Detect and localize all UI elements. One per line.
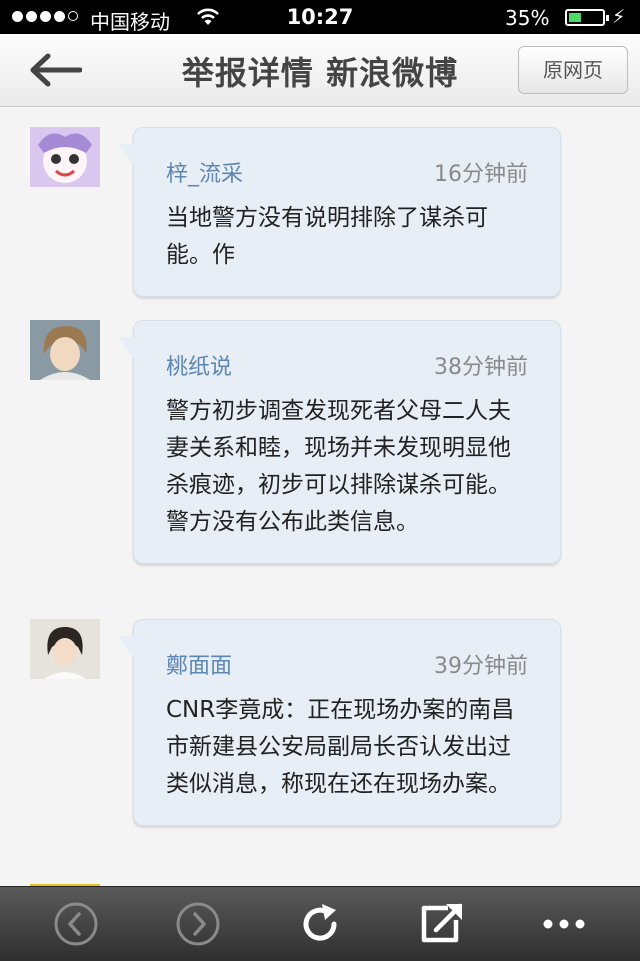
comment-bubble: 鄭面面 39分钟前 CNR李竟成：正在现场办案的南昌市新建县公安局副局长否认发出… xyxy=(118,619,561,826)
comment-bubble: 桃纸说 38分钟前 警方初步调查发现死者父母二人夫妻关系和睦，现场并未发现明显他… xyxy=(118,320,561,564)
comment-time: 39分钟前 xyxy=(434,654,528,679)
more-icon[interactable] xyxy=(537,899,591,949)
comment-text: CNR李竟成：正在现场办案的南昌市新建县公安局副局长否认发出过类似消息，称现在还… xyxy=(166,697,515,797)
charging-icon: ⚡ xyxy=(612,6,626,28)
comment-text: 当地警方没有说明排除了谋杀可能。作 xyxy=(166,205,488,268)
status-bar: 中国移动 10:27 35% ⚡ xyxy=(0,0,640,34)
original-page-button[interactable]: 原网页 xyxy=(518,46,628,94)
avatar[interactable] xyxy=(30,619,100,679)
comment-text: 警方初步调查发现死者父母二人夫妻关系和睦，现场并未发现明显他杀痕迹，初步可以排除… xyxy=(166,398,511,535)
bottom-toolbar xyxy=(0,886,640,961)
battery-icon xyxy=(565,9,609,26)
avatar[interactable] xyxy=(30,127,100,187)
comment-bubble: 梓_流采 16分钟前 当地警方没有说明排除了谋杀可能。作 xyxy=(118,127,561,297)
back-circle-icon[interactable] xyxy=(49,899,103,949)
comment-time: 38分钟前 xyxy=(434,355,528,380)
battery-percent: 35% xyxy=(505,6,550,30)
comment-list[interactable]: 梓_流采 16分钟前 当地警方没有说明排除了谋杀可能。作 桃纸说 38分钟前 警… xyxy=(0,107,640,887)
forward-circle-icon[interactable] xyxy=(171,899,225,949)
comment-time: 16分钟前 xyxy=(434,162,528,187)
navigation-bar: 举报详情 新浪微博 原网页 xyxy=(0,34,640,107)
refresh-icon[interactable] xyxy=(293,899,347,949)
share-icon[interactable] xyxy=(415,899,469,949)
avatar[interactable] xyxy=(30,320,100,380)
